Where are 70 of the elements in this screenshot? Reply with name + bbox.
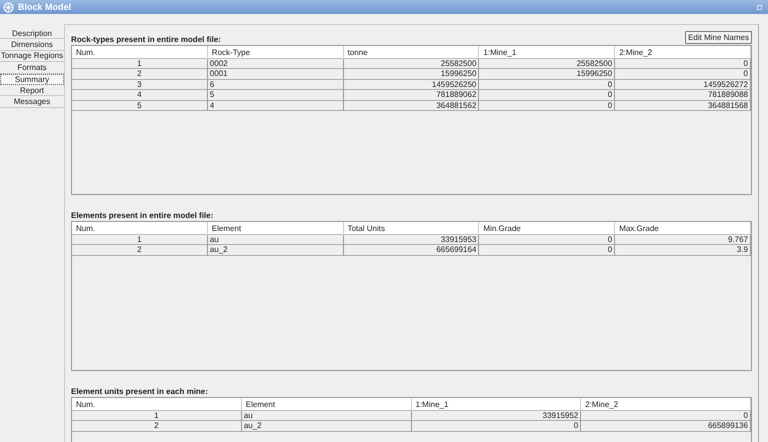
table-cell: 0 xyxy=(615,69,751,80)
table-cell: 0001 xyxy=(208,69,344,80)
table-cell: 0 xyxy=(479,235,616,246)
table-cell: 0 xyxy=(479,80,616,90)
table-cell: 5 xyxy=(72,100,208,111)
column-header[interactable]: 2:Mine_2 xyxy=(581,398,751,411)
table-cell: 15996250 xyxy=(479,69,616,80)
table-cell: 0 xyxy=(615,59,751,70)
table-cell: 5 xyxy=(208,90,344,101)
column-header[interactable]: Num. xyxy=(72,222,208,235)
table-cell: 4 xyxy=(208,100,344,111)
column-header[interactable]: Total Units xyxy=(344,222,480,235)
table-cell: 1 xyxy=(72,235,208,246)
table-cell: 1459526250 xyxy=(344,80,480,90)
sidebar-item[interactable]: Summary xyxy=(0,74,64,85)
section-heading: Elements present in entire model file: xyxy=(71,211,214,221)
app-icon xyxy=(3,2,14,12)
column-header[interactable]: Num. xyxy=(72,46,208,59)
column-header[interactable]: 1:Mine_1 xyxy=(412,398,582,411)
table-cell: au_2 xyxy=(242,421,412,432)
sidebar-item[interactable]: Formats xyxy=(0,62,64,74)
table-cell: au_2 xyxy=(208,245,344,256)
column-header[interactable]: Element xyxy=(242,398,412,411)
table-cell: 3.9 xyxy=(615,245,751,256)
table-cell: 2 xyxy=(72,69,208,80)
table-cell: 0 xyxy=(479,100,616,111)
sidebar-item[interactable]: Tonnage Regions xyxy=(0,50,64,62)
table-cell: 665699164 xyxy=(344,245,480,256)
sidebar-item[interactable]: Report xyxy=(0,84,64,96)
table-cell: 1459526272 xyxy=(615,80,751,90)
table-cell: 4 xyxy=(72,90,208,101)
sidebar-item[interactable]: Description xyxy=(0,28,64,40)
table-cell: au xyxy=(242,411,412,422)
table-cell: 33915952 xyxy=(412,411,582,422)
table-cell: 1 xyxy=(72,411,242,422)
table-cell: 0 xyxy=(479,245,616,256)
sidebar-item[interactable]: Messages xyxy=(0,96,64,108)
table-cell: 1 xyxy=(72,59,208,70)
table-cell: 6 xyxy=(208,80,344,90)
column-header[interactable]: Rock-Type xyxy=(208,46,344,59)
section-heading: Rock-types present in entire model file: xyxy=(71,35,221,45)
table-cell: 9.767 xyxy=(615,235,751,246)
table-cell: 3 xyxy=(72,80,208,90)
table-cell: 33915953 xyxy=(344,235,480,246)
column-header[interactable]: 2:Mine_2 xyxy=(615,46,751,59)
table-cell: 25582500 xyxy=(344,59,480,70)
table-cell: 665899136 xyxy=(581,421,751,432)
table-cell: 0 xyxy=(479,90,616,101)
table-cell: 0 xyxy=(581,411,751,422)
table-cell: 0 xyxy=(412,421,582,432)
table-cell: 2 xyxy=(72,245,208,256)
table-cell: 15996250 xyxy=(344,69,480,80)
table-cell: au xyxy=(208,235,344,246)
table-cell: 781889088 xyxy=(615,90,751,101)
table-cell: 781889062 xyxy=(344,90,480,101)
column-header[interactable]: tonne xyxy=(344,46,480,59)
column-header[interactable]: Min.Grade xyxy=(479,222,616,235)
sidebar-item[interactable]: Dimensions xyxy=(0,39,64,51)
table-cell: 0002 xyxy=(208,59,344,70)
column-header[interactable]: Num. xyxy=(72,398,242,411)
column-header[interactable]: Max.Grade xyxy=(615,222,751,235)
section-heading: Element units present in each mine: xyxy=(71,387,208,397)
table-cell: 2 xyxy=(72,421,242,432)
table-cell: 25582500 xyxy=(479,59,616,70)
window-title: Block Model xyxy=(18,2,72,12)
edit-mine-names-button[interactable]: Edit Mine Names xyxy=(685,31,752,44)
table-cell: 364881562 xyxy=(344,100,480,111)
table-cell: 364881568 xyxy=(615,100,751,111)
column-header[interactable]: 1:Mine_1 xyxy=(479,46,616,59)
column-header[interactable]: Element xyxy=(208,222,344,235)
